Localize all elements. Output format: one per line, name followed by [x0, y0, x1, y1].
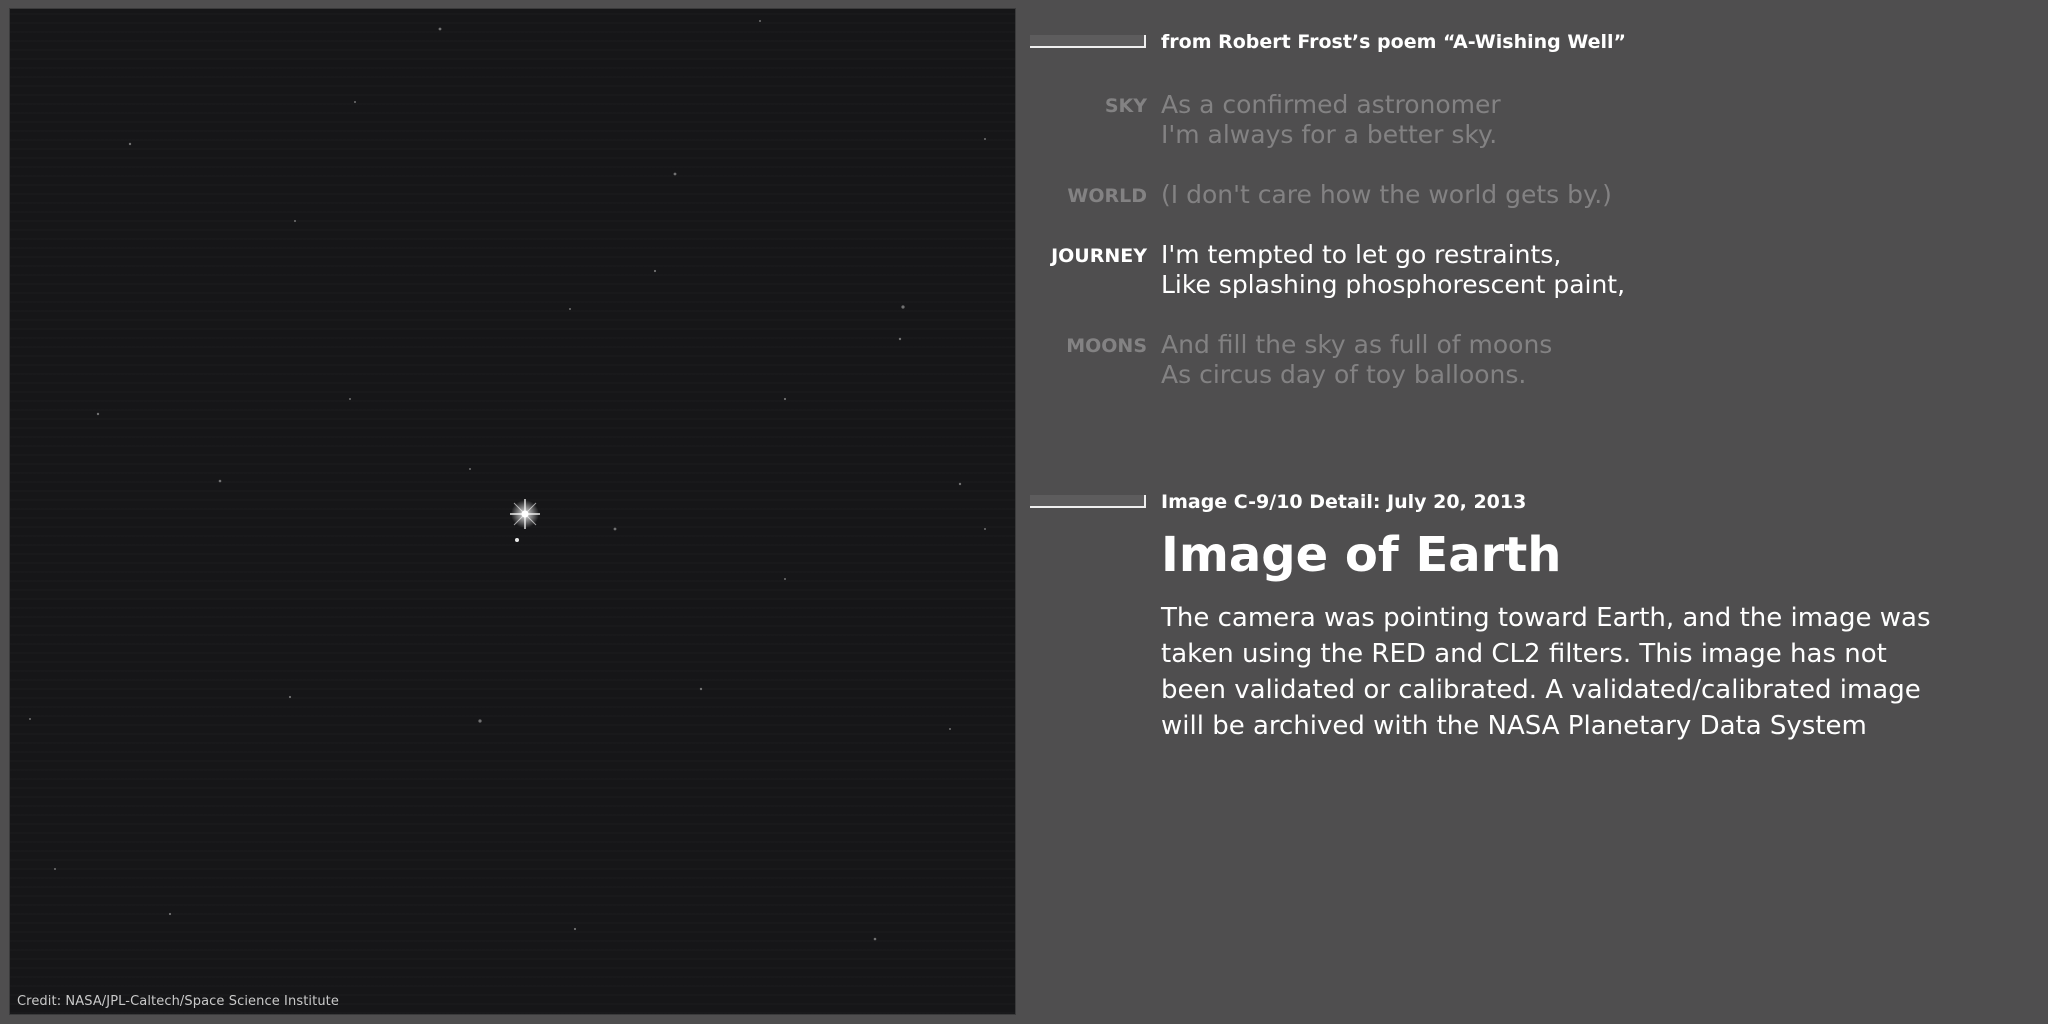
poem-line: And fill the sky as full of moons — [1161, 330, 1553, 359]
stanza-label: MOONS — [1066, 335, 1147, 357]
poem-line: As circus day of toy balloons. — [1161, 360, 1527, 389]
earth-photo: Credit: NASA/JPL-Caltech/Space Science I… — [9, 8, 1016, 1015]
section-rule — [1030, 35, 1146, 48]
poem-line: I'm tempted to let go restraints, — [1161, 240, 1562, 269]
moon-point — [515, 538, 519, 542]
stanza-label: WORLD — [1067, 185, 1147, 207]
photo-credit: Credit: NASA/JPL-Caltech/Space Science I… — [17, 994, 339, 1009]
detail-kicker: Image C-9/10 Detail: July 20, 2013 — [1161, 491, 1527, 513]
poem-line: I'm always for a better sky. — [1161, 120, 1498, 149]
section-rule — [1030, 495, 1146, 508]
page-title: Image of Earth — [1161, 527, 1562, 583]
starfield — [29, 20, 986, 941]
poem-line: As a confirmed astronomer — [1161, 90, 1501, 119]
page: Credit: NASA/JPL-Caltech/Space Science I… — [0, 0, 2048, 1024]
poem-kicker: from Robert Frost’s poem “A-Wishing Well… — [1161, 31, 1627, 53]
stanza-label: SKY — [1104, 95, 1147, 117]
background-stars — [29, 20, 986, 941]
poem-line: Like splashing phosphorescent paint, — [1161, 270, 1626, 299]
detail-description: The camera was pointing toward Earth, an… — [1161, 603, 1931, 741]
poem-line: (I don't care how the world gets by.) — [1161, 180, 1612, 209]
earth-point — [510, 499, 540, 529]
stanza-label: JOURNEY — [1051, 245, 1147, 267]
